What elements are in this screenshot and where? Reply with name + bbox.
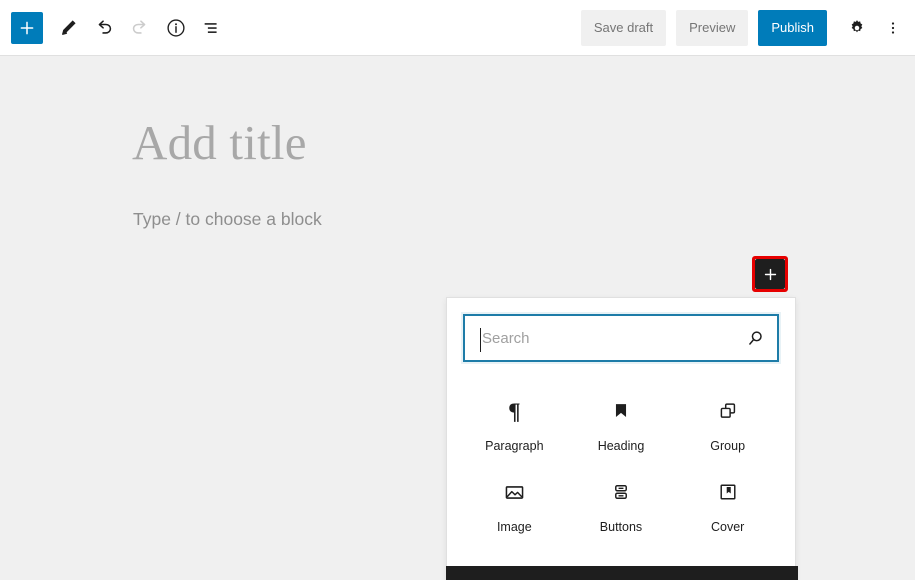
block-item-cover[interactable]: Cover: [674, 463, 781, 544]
post-title-input[interactable]: Add title: [132, 118, 307, 167]
block-inserter-popover: Search ¶ Paragraph: [446, 297, 796, 580]
plus-icon: [762, 266, 779, 283]
browse-all-button[interactable]: Browse all: [446, 566, 798, 580]
list-view-icon: [201, 17, 223, 39]
redo-arrow-icon: [129, 17, 151, 39]
info-circle-icon: [165, 17, 187, 39]
plus-icon: [18, 19, 36, 37]
search-icon-box: [733, 316, 777, 360]
save-draft-button[interactable]: Save draft: [581, 10, 666, 46]
more-options-button[interactable]: [879, 10, 907, 46]
block-item-label: Paragraph: [485, 439, 543, 453]
edit-mode-button[interactable]: [51, 11, 85, 45]
block-inserter-toggle-button[interactable]: [11, 12, 43, 44]
gear-icon: [847, 18, 867, 38]
undo-button[interactable]: [87, 11, 121, 45]
image-picture-icon: [503, 481, 526, 504]
group-overlapping-squares-icon: [717, 400, 739, 422]
wordpress-block-editor: Save draft Preview Publish Add title Ty: [0, 0, 915, 580]
block-item-heading[interactable]: Heading: [568, 382, 675, 463]
block-item-buttons[interactable]: Buttons: [568, 463, 675, 544]
publish-button[interactable]: Publish: [758, 10, 827, 46]
settings-button[interactable]: [839, 10, 875, 46]
preview-button[interactable]: Preview: [676, 10, 748, 46]
pilcrow-glyph: ¶: [508, 400, 520, 423]
heading-bookmark-icon: [610, 400, 632, 422]
block-item-label: Buttons: [600, 520, 642, 534]
block-item-group[interactable]: Group: [674, 382, 781, 463]
block-appender-add-button[interactable]: [755, 259, 785, 289]
vertical-ellipsis-icon: [884, 19, 902, 37]
paragraph-pilcrow-icon: ¶: [508, 396, 520, 426]
text-caret: [480, 328, 481, 352]
header-right-actions: Save draft Preview Publish: [581, 10, 915, 46]
empty-block-placeholder[interactable]: Type / to choose a block: [133, 209, 322, 230]
magnifying-glass-icon: [745, 328, 766, 349]
group-overlapping-squares-icon-box: [717, 396, 739, 426]
block-item-paragraph[interactable]: ¶ Paragraph: [461, 382, 568, 463]
search-input[interactable]: Search: [465, 330, 733, 347]
redo-button[interactable]: [123, 11, 157, 45]
list-view-button[interactable]: [195, 11, 229, 45]
editor-header-toolbar: Save draft Preview Publish: [0, 0, 915, 56]
cover-bookmark-square-icon: [717, 481, 739, 503]
pencil-icon: [58, 17, 79, 38]
editor-canvas: Add title Type / to choose a block Searc…: [0, 56, 915, 580]
image-picture-icon-box: [503, 477, 526, 507]
cover-bookmark-square-icon-box: [717, 477, 739, 507]
block-item-label: Heading: [598, 439, 645, 453]
block-item-label: Image: [497, 520, 532, 534]
block-item-label: Group: [710, 439, 745, 453]
buttons-stacked-icon-box: [610, 477, 632, 507]
block-item-image[interactable]: Image: [461, 463, 568, 544]
header-left-tools: [0, 11, 229, 45]
quick-inserter-block-grid: ¶ Paragraph Heading: [447, 376, 795, 566]
undo-arrow-icon: [93, 17, 115, 39]
buttons-stacked-icon: [610, 481, 632, 503]
heading-bookmark-icon-box: [610, 396, 632, 426]
search-input-wrapper[interactable]: Search: [463, 314, 779, 362]
details-button[interactable]: [159, 11, 193, 45]
block-item-label: Cover: [711, 520, 744, 534]
block-appender-wrap: [755, 259, 785, 289]
inserter-search-region: Search: [447, 298, 795, 376]
